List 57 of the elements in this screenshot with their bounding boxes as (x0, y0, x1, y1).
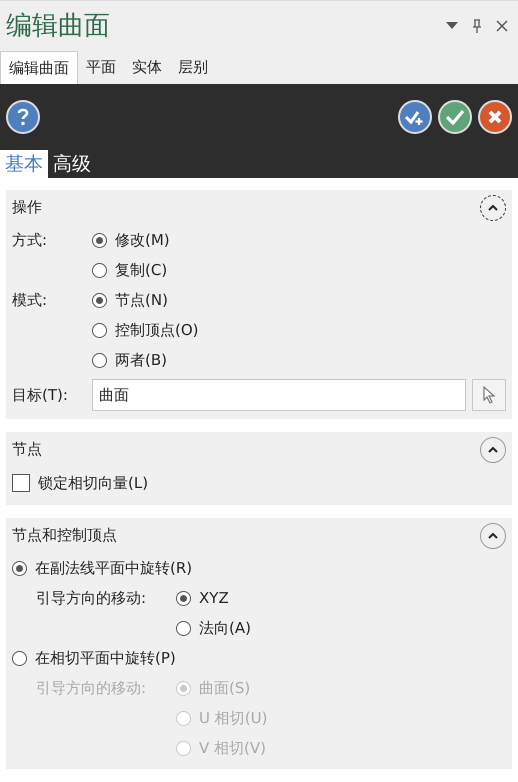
radio-button[interactable] (12, 560, 27, 576)
radio-button[interactable] (176, 590, 191, 606)
tab[interactable]: 高级 (48, 150, 96, 178)
check-icon (445, 109, 465, 125)
select-button[interactable] (472, 379, 506, 411)
checkbox-label: 锁定相切向量(L) (38, 472, 148, 494)
option-label: 修改(M) (115, 230, 170, 251)
option-label: 在相切平面中旋转(P) (35, 648, 176, 669)
radio-button[interactable] (92, 262, 107, 278)
option-label: 节点(N) (115, 290, 168, 311)
radio-button[interactable] (92, 292, 107, 308)
ok-button[interactable] (438, 100, 472, 134)
apply-button[interactable] (398, 100, 432, 134)
checkbox[interactable] (12, 474, 30, 492)
group-label: 模式: (12, 290, 48, 311)
option-label: V 相切(V) (199, 738, 266, 759)
radio-button[interactable] (92, 322, 107, 338)
tab[interactable]: 层别 (170, 51, 216, 84)
section-title: 操作 (12, 197, 43, 218)
group-label: 方式: (12, 230, 48, 251)
chevron-icon (488, 532, 498, 539)
close-icon[interactable] (496, 20, 508, 32)
field-label: 目标(T): (12, 384, 69, 406)
tab[interactable]: 平面 (78, 51, 124, 84)
option-label: 控制顶点(O) (115, 320, 199, 341)
option-label: 两者(B) (115, 350, 167, 371)
section-title: 节点 (12, 439, 43, 460)
tab[interactable]: 实体 (124, 51, 170, 84)
chevron-icon (488, 446, 498, 453)
window-title: 编辑曲面 (6, 10, 111, 42)
collapse-button[interactable] (480, 194, 506, 220)
radio-button[interactable] (92, 232, 107, 248)
option-label: 曲面(S) (199, 678, 250, 699)
radio-button[interactable] (92, 352, 107, 368)
help-icon (16, 108, 30, 126)
cancel-button[interactable] (478, 100, 512, 134)
target-field[interactable]: 曲面 (92, 379, 466, 411)
section-title: 节点和控制顶点 (12, 525, 118, 546)
option-label: XYZ (199, 588, 229, 609)
radio-button[interactable] (12, 650, 27, 666)
chevron-icon (488, 204, 498, 211)
option-label: U 相切(U) (199, 708, 268, 729)
close-icon (487, 109, 503, 125)
collapse-button[interactable] (480, 522, 506, 548)
collapse-button[interactable] (480, 436, 506, 462)
option-label: 在副法线平面中旋转(R) (35, 558, 192, 579)
pin-icon[interactable] (472, 19, 482, 33)
tab[interactable]: 基本 (0, 150, 48, 178)
option-label: 法向(A) (199, 618, 251, 639)
dropdown-icon[interactable] (446, 22, 458, 30)
group-label: 引导方向的移动: (36, 588, 148, 609)
help-button[interactable] (6, 100, 40, 134)
tab[interactable]: 编辑曲面 (0, 51, 78, 84)
radio-button[interactable] (176, 620, 191, 636)
option-label: 复制(C) (115, 260, 168, 281)
group-label: 引导方向的移动: (36, 678, 148, 699)
pointer-icon (482, 386, 496, 404)
